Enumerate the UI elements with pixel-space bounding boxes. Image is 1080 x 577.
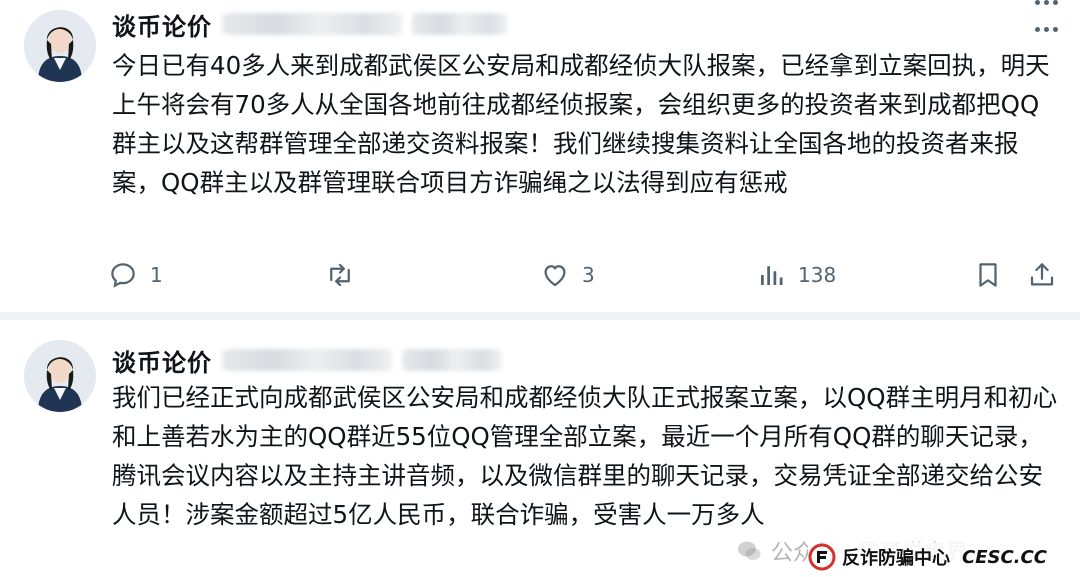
post-text: 今日已有40多人来到成都武侯区公安局和成都经侦大队报案，已经拿到立案回执，明天上… (112, 51, 1050, 197)
like-count: 3 (582, 263, 595, 287)
view-count: 138 (798, 263, 837, 287)
post-1[interactable]: 谈币论价 今日已有40多人来到成都武侯区公安局和成都经侦大队报案，已经拿到立案回… (0, 0, 1080, 312)
share-button[interactable] (1027, 252, 1057, 298)
post-text: 我们已经正式向成都武侯区公安局和成都经侦大队正式报案立案，以QQ群主明月和初心和… (112, 383, 1058, 529)
post-separator (0, 312, 1080, 320)
reply-icon (111, 263, 135, 288)
blurred-handle (222, 13, 402, 35)
avatar[interactable] (24, 340, 96, 412)
blurred-timestamp (412, 13, 507, 35)
more-icon[interactable] (1035, 27, 1058, 32)
brand-badge: 反诈防骗中心 CESC.CC (808, 542, 1070, 572)
share-icon (1030, 263, 1054, 286)
post-author[interactable]: 谈币论价 (112, 6, 507, 42)
bookmark-icon (979, 263, 997, 287)
post-author[interactable]: 谈币论价 (112, 342, 502, 378)
like-button[interactable]: 3 (540, 252, 595, 298)
reply-count: 1 (150, 263, 163, 287)
heart-icon (544, 265, 566, 287)
avatar[interactable] (24, 10, 96, 82)
brand-name: 反诈防骗中心 (842, 548, 950, 569)
more-icon[interactable] (1035, 0, 1058, 5)
reply-button[interactable]: 1 (108, 252, 163, 298)
bookmark-button[interactable] (973, 252, 1003, 298)
author-name[interactable]: 谈币论价 (112, 7, 212, 42)
blurred-timestamp (402, 349, 502, 371)
views-button[interactable]: 138 (756, 252, 836, 298)
brand-logo-icon (808, 543, 836, 571)
brand-domain: CESC.CC (962, 546, 1047, 568)
wechat-icon (738, 541, 761, 560)
author-name[interactable]: 谈币论价 (112, 343, 212, 378)
repost-icon (330, 263, 350, 287)
views-icon (761, 266, 783, 285)
blurred-handle (222, 349, 392, 371)
repost-button[interactable] (325, 252, 367, 298)
action-bar: 1 3 138 (0, 252, 1080, 298)
